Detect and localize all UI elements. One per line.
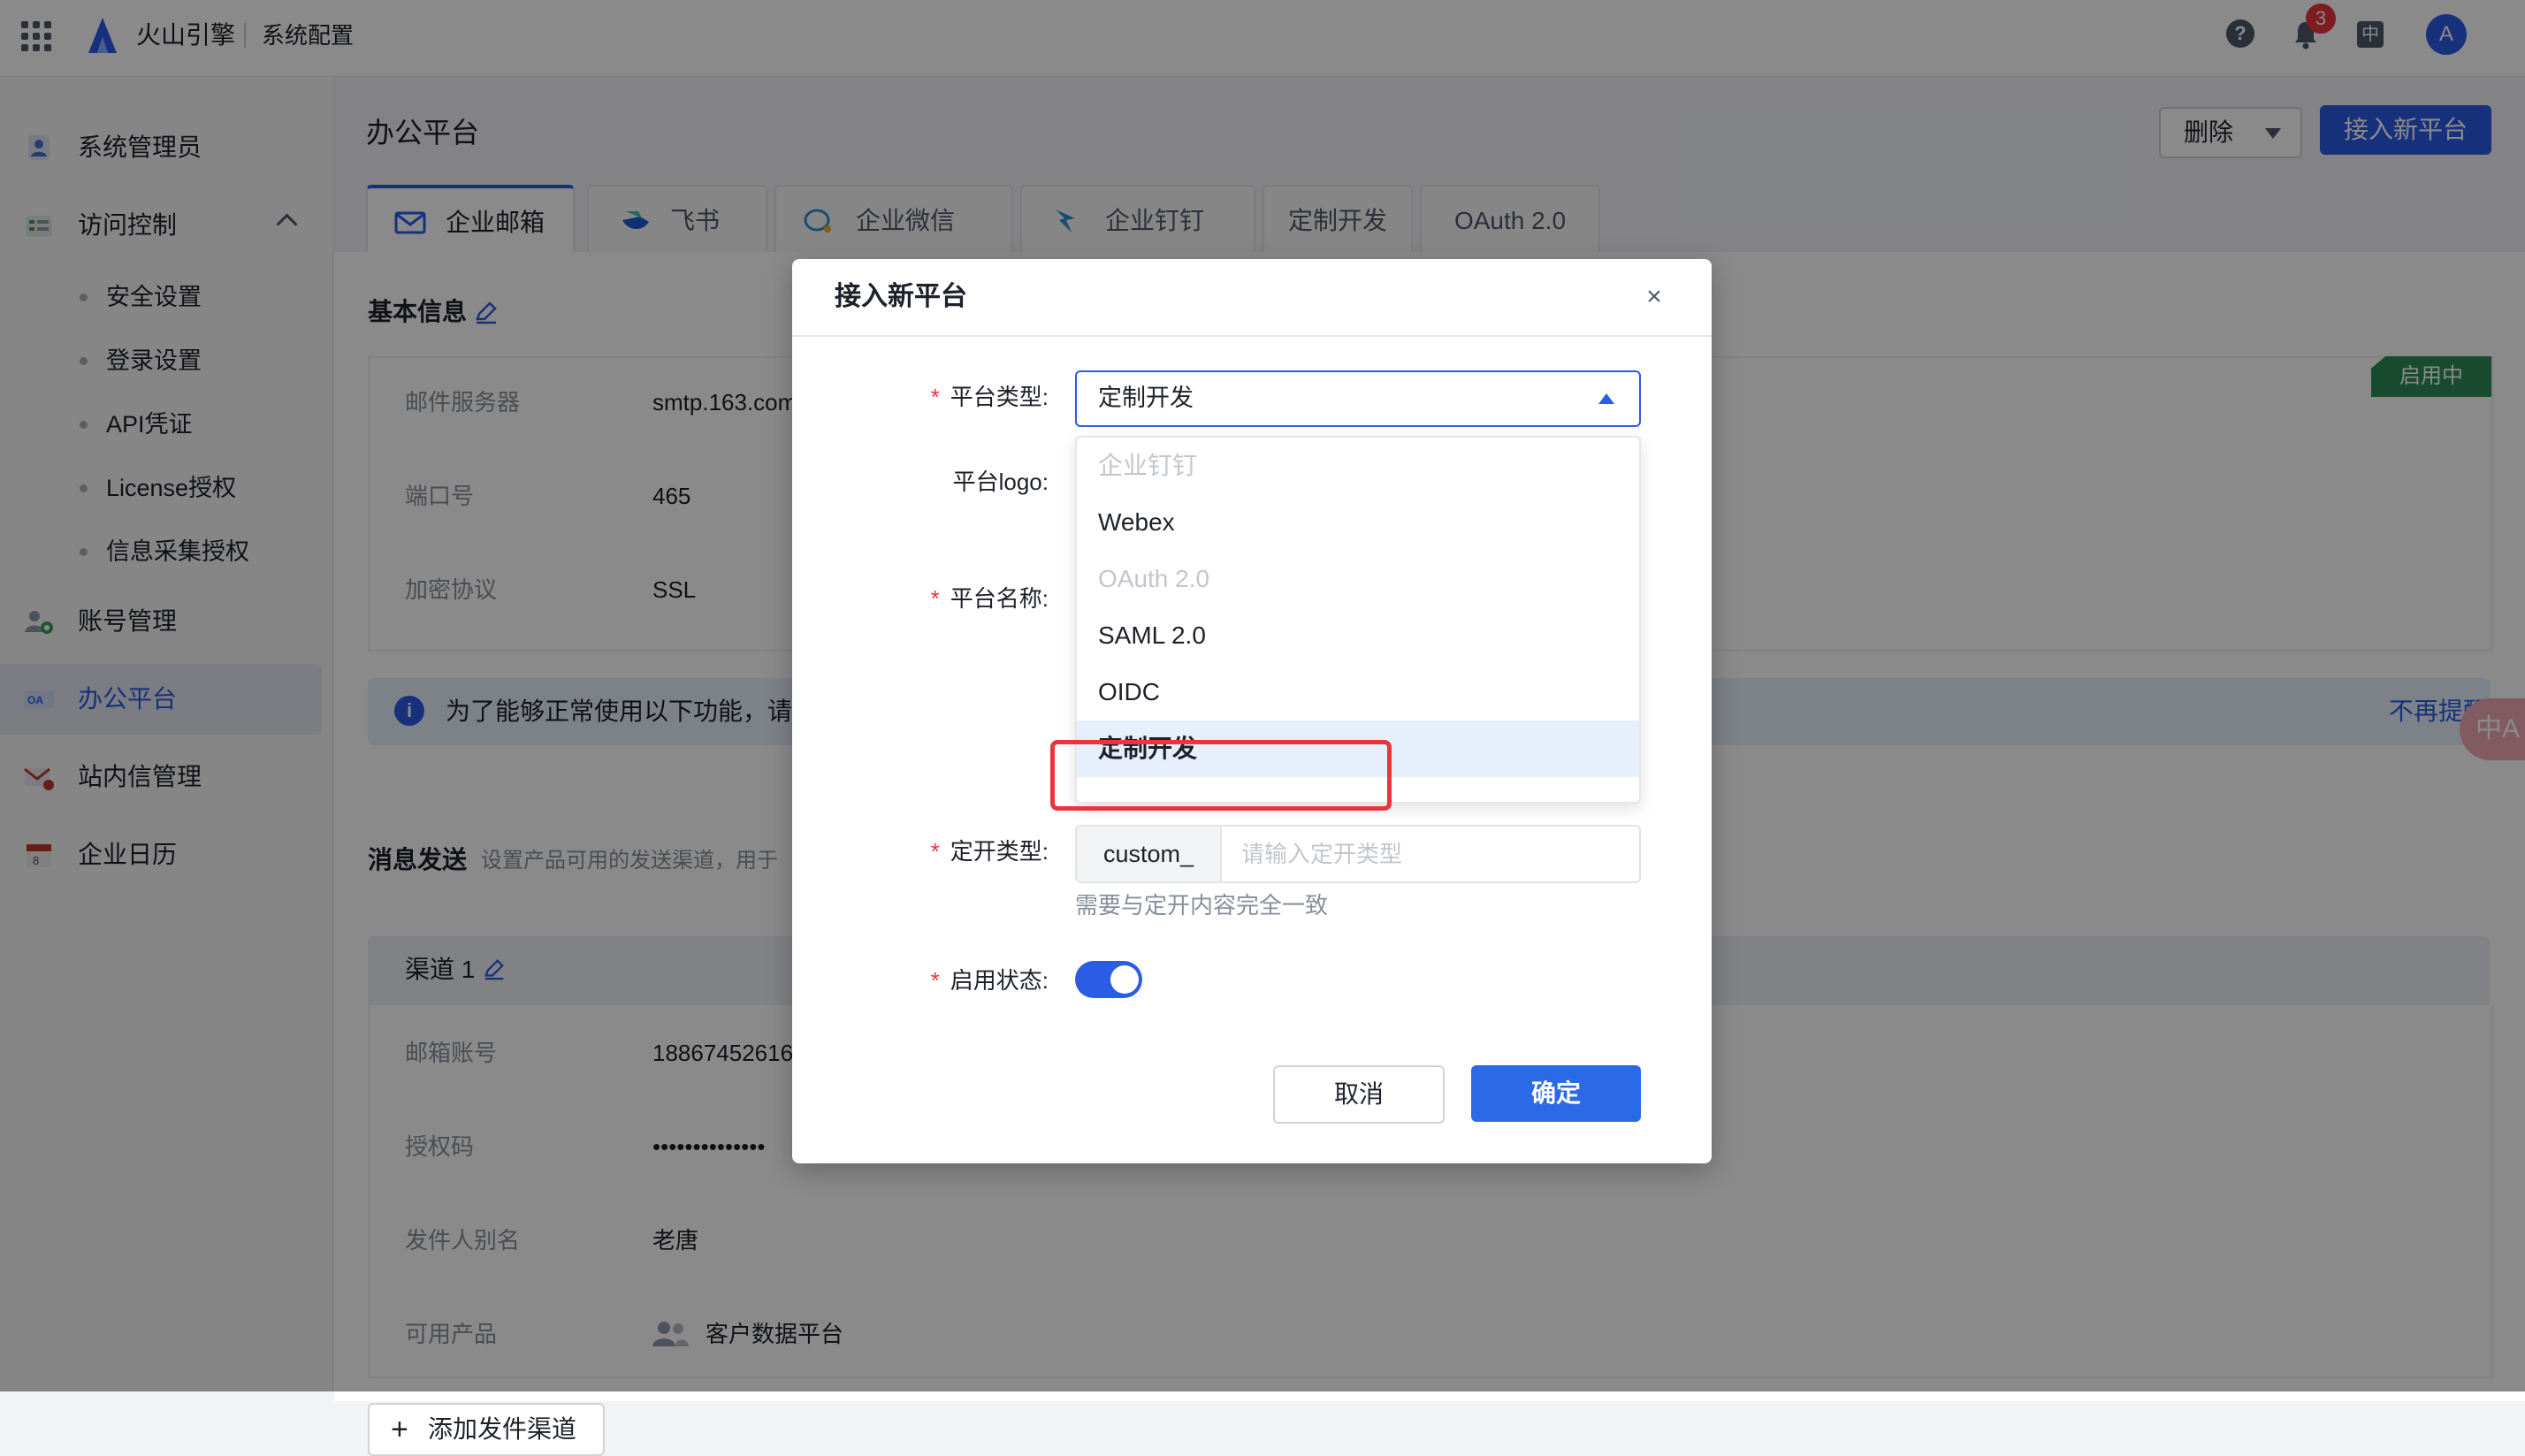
dropdown-option-oidc[interactable]: OIDC: [1077, 664, 1639, 720]
dropdown-option-webex[interactable]: Webex: [1077, 494, 1639, 551]
custom-type-input[interactable]: 请输入定开类型: [1241, 827, 1402, 881]
custom-type-hint: 需要与定开内容完全一致: [1075, 892, 1329, 919]
dialog-title: 接入新平台: [835, 282, 967, 311]
platform-type-label: * 平台类型:: [930, 384, 1049, 410]
platform-type-value: 定制开发: [1098, 385, 1194, 411]
custom-type-field[interactable]: custom_ 请输入定开类型: [1075, 825, 1641, 883]
dropdown-option-saml[interactable]: SAML 2.0: [1077, 607, 1639, 664]
toggle-knob: [1110, 965, 1139, 994]
platform-logo-label: 平台logo:: [952, 469, 1049, 495]
platform-type-select[interactable]: 定制开发: [1075, 370, 1641, 427]
custom-type-label: * 定开类型:: [930, 838, 1049, 865]
enable-toggle[interactable]: [1075, 961, 1142, 998]
custom-prefix: custom_: [1077, 827, 1222, 881]
dropdown-option-dingtalk: 企业钉钉: [1098, 452, 1198, 479]
cancel-button[interactable]: 取消: [1273, 1065, 1445, 1124]
close-icon[interactable]: ×: [1637, 280, 1671, 314]
confirm-button[interactable]: 确定: [1471, 1065, 1641, 1122]
plus-icon: +: [391, 1413, 408, 1446]
dropdown-option-oauth: OAuth 2.0: [1098, 565, 1210, 592]
caret-up-icon: [1598, 393, 1614, 404]
add-channel-label: 添加发件渠道: [428, 1415, 577, 1443]
highlight-annotation: [1050, 740, 1392, 811]
add-channel-button[interactable]: + 添加发件渠道: [368, 1403, 605, 1456]
platform-name-label: * 平台名称:: [930, 585, 1049, 612]
dialog-header: 接入新平台 ×: [792, 259, 1712, 337]
enable-status-label: * 启用状态:: [930, 967, 1049, 994]
new-platform-dialog: 接入新平台 × * 平台类型: 定制开发 平台logo: * 平台名称: 企业钉钉 …: [792, 259, 1712, 1163]
